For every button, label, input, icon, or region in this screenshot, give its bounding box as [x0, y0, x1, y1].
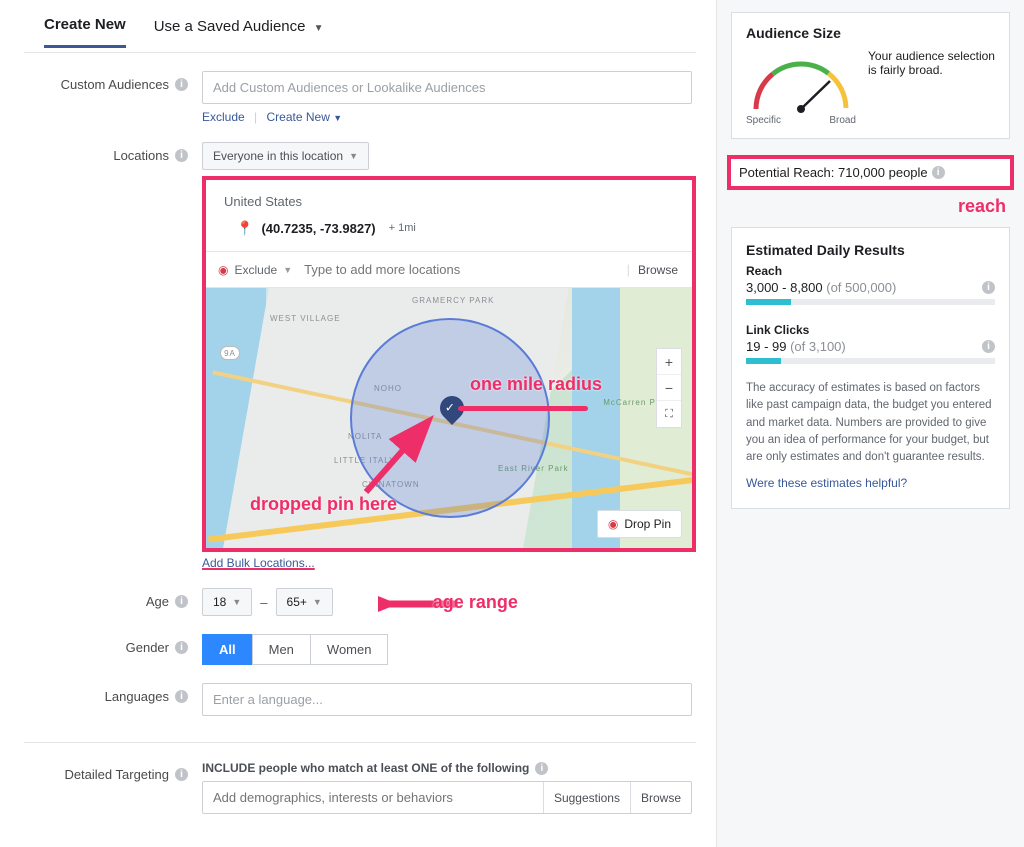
- add-location-input[interactable]: [298, 256, 626, 283]
- estimated-results-title: Estimated Daily Results: [746, 242, 995, 258]
- route-shield: 9A: [220, 346, 240, 360]
- potential-reach-text: Potential Reach: 710,000 people: [739, 165, 928, 180]
- info-icon[interactable]: i: [175, 78, 188, 91]
- info-icon[interactable]: i: [175, 768, 188, 781]
- location-scope-dropdown[interactable]: Everyone in this location ▼: [202, 142, 369, 170]
- gender-men-button[interactable]: Men: [252, 634, 311, 665]
- reach-progress-bar: [746, 299, 995, 305]
- tab-use-saved[interactable]: Use a Saved Audience ▼: [154, 10, 324, 47]
- clicks-metric-value: 19 - 99: [746, 339, 786, 354]
- locations-label: Locations: [113, 148, 169, 163]
- info-icon[interactable]: i: [175, 595, 188, 608]
- gender-toggle-group: All Men Women: [202, 634, 696, 665]
- annotation-reach: reach: [717, 196, 1006, 217]
- info-icon[interactable]: i: [535, 762, 548, 775]
- clicks-metric-label: Link Clicks: [746, 323, 995, 337]
- info-icon[interactable]: i: [982, 340, 995, 353]
- detailed-include-text: INCLUDE people who match at least ONE of…: [202, 761, 529, 775]
- caret-down-icon: ▼: [232, 597, 241, 607]
- audience-size-card: Audience Size Specific Bro: [731, 12, 1010, 139]
- audience-tabs: Create New Use a Saved Audience ▼: [24, 8, 696, 53]
- caret-down-icon: ▼: [314, 23, 324, 34]
- location-coordinates: (40.7235, -73.9827): [261, 221, 375, 236]
- reach-metric-of: (of 500,000): [823, 280, 897, 295]
- audience-size-title: Audience Size: [746, 25, 995, 41]
- audience-size-note: Your audience selection is fairly broad.: [868, 49, 995, 77]
- languages-label: Languages: [105, 689, 169, 704]
- gender-label: Gender: [126, 640, 169, 655]
- location-targeting-box: United States 📍 (40.7235, -73.9827) + 1m…: [202, 176, 696, 552]
- caret-down-icon: ▼: [283, 265, 292, 275]
- clicks-metric-of: (of 3,100): [786, 339, 845, 354]
- estimated-results-card: Estimated Daily Results Reach 3,000 - 8,…: [731, 227, 1010, 509]
- gender-women-button[interactable]: Women: [310, 634, 389, 665]
- include-exclude-dropdown[interactable]: ◉ Exclude ▼: [212, 259, 298, 281]
- info-icon[interactable]: i: [175, 149, 188, 162]
- caret-down-icon: ▼: [333, 113, 342, 123]
- drop-pin-button[interactable]: ◉ Drop Pin: [597, 510, 682, 538]
- detailed-targeting-input[interactable]: [203, 782, 543, 813]
- location-country: United States: [220, 192, 678, 219]
- info-icon[interactable]: i: [175, 690, 188, 703]
- tab-create-new[interactable]: Create New: [44, 8, 126, 48]
- age-min-dropdown[interactable]: 18▼: [202, 588, 252, 616]
- languages-input[interactable]: [202, 683, 692, 716]
- potential-reach-box: Potential Reach: 710,000 people i: [727, 155, 1014, 190]
- caret-down-icon: ▼: [313, 597, 322, 607]
- drop-pin-icon: ◉: [608, 517, 618, 531]
- tab-use-saved-label: Use a Saved Audience: [154, 18, 306, 35]
- annotation-age: age range: [433, 592, 518, 613]
- map-pin-icon: 📍: [236, 220, 253, 237]
- info-icon[interactable]: i: [982, 281, 995, 294]
- map-fullscreen[interactable]: ⛶: [657, 401, 681, 427]
- exclude-link[interactable]: Exclude: [202, 110, 245, 124]
- estimate-disclaimer: The accuracy of estimates is based on fa…: [746, 380, 995, 466]
- estimates-helpful-link[interactable]: Were these estimates helpful?: [746, 476, 995, 490]
- age-label: Age: [146, 594, 169, 609]
- reach-metric-value: 3,000 - 8,800: [746, 280, 823, 295]
- detailed-browse-button[interactable]: Browse: [630, 782, 691, 813]
- map-zoom-in[interactable]: +: [657, 349, 681, 375]
- info-icon[interactable]: i: [175, 641, 188, 654]
- location-pin-row[interactable]: 📍 (40.7235, -73.9827) + 1mi: [220, 219, 678, 237]
- custom-audiences-input[interactable]: [202, 71, 692, 104]
- suggestions-button[interactable]: Suggestions: [543, 782, 630, 813]
- reach-metric-label: Reach: [746, 264, 995, 278]
- audience-size-gauge: [746, 49, 856, 119]
- info-icon[interactable]: i: [932, 166, 945, 179]
- age-max-dropdown[interactable]: 65+▼: [276, 588, 333, 616]
- add-bulk-locations-link[interactable]: Add Bulk Locations...: [202, 556, 315, 570]
- create-new-link[interactable]: Create New ▼: [267, 110, 343, 124]
- detailed-targeting-label: Detailed Targeting: [64, 767, 169, 782]
- location-radius-selector[interactable]: + 1mi: [384, 219, 421, 237]
- map-zoom-out[interactable]: −: [657, 375, 681, 401]
- map-label: GRAMERCY PARK: [412, 296, 495, 305]
- location-map[interactable]: WEST VILLAGE GRAMERCY PARK NOHO NOLITA L…: [206, 288, 692, 548]
- location-browse-button[interactable]: Browse: [630, 259, 686, 281]
- map-label: WEST VILLAGE: [270, 314, 341, 323]
- caret-down-icon: ▼: [349, 151, 358, 161]
- map-zoom-controls: + − ⛶: [656, 348, 682, 428]
- gender-all-button[interactable]: All: [202, 634, 253, 665]
- exclude-pin-icon: ◉: [218, 263, 228, 277]
- clicks-progress-bar: [746, 358, 995, 364]
- custom-audiences-label: Custom Audiences: [61, 77, 169, 92]
